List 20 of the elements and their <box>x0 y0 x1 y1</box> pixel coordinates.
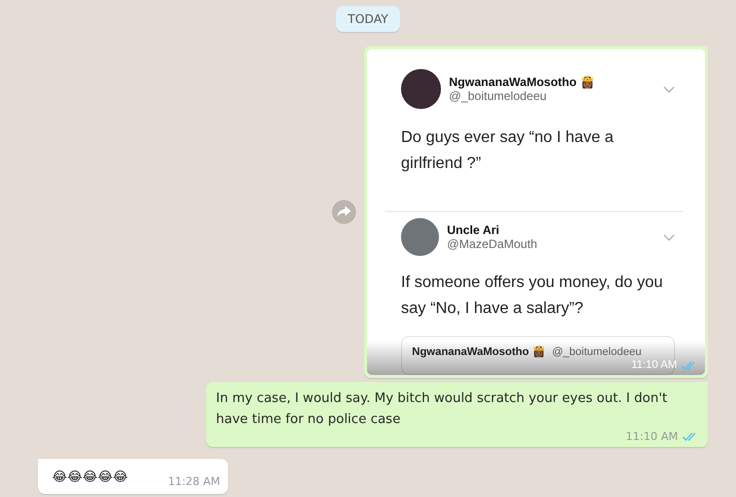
forward-button[interactable] <box>332 200 356 224</box>
message-time: 11:10 AM <box>626 430 678 443</box>
tweet-author-name: Uncle Ari <box>447 223 500 237</box>
message-text: In my case, I would say. My bitch would scratch your eyes out. I don't have time for no police case <box>216 390 668 429</box>
message-time: 11:10 AM <box>631 359 677 371</box>
message-time: 11:28 AM <box>168 475 220 488</box>
forward-arrow-icon <box>337 206 351 218</box>
avatar-circle <box>401 218 439 256</box>
tweet-author-name: NgwananaWaMosotho 👸🏾 <box>449 75 596 89</box>
avatar-circle <box>401 69 441 109</box>
tweet-text: Do guys ever say “no I have a girlfriend ?” <box>401 128 615 174</box>
chevron-down-icon <box>663 86 675 92</box>
date-divider: TODAY <box>336 6 400 32</box>
tweet-handle: @MazeDaMouth <box>447 237 538 251</box>
quoted-author-name: NgwananaWaMosotho 👸🏾 <box>412 345 546 358</box>
tweet-text: If someone offers you money, do you say “No, I have a salary”? <box>401 273 664 319</box>
tweet-handle: @_boitumelodeeu <box>449 89 548 103</box>
quoted-handle: @_boitumelodeeu <box>552 346 642 358</box>
message-text: 😂😂😂😂😂 <box>52 469 128 487</box>
chevron-down-icon <box>663 234 675 240</box>
